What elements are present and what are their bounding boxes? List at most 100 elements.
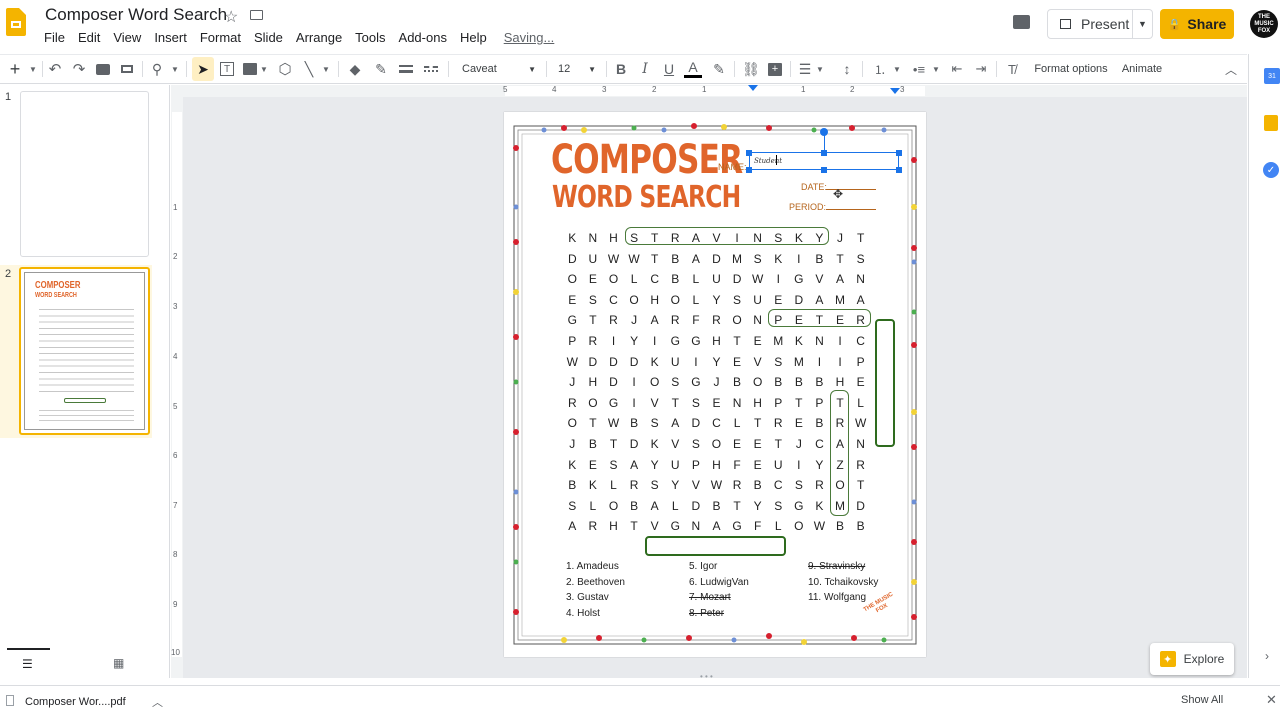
calendar-icon[interactable]: 31	[1264, 68, 1280, 84]
download-filename[interactable]: Composer Wor....pdf	[25, 696, 126, 708]
grid-letter: B	[815, 251, 824, 266]
bold-icon[interactable]: B	[612, 58, 630, 80]
menu-insert[interactable]: Insert	[154, 30, 187, 45]
grid-letter: C	[856, 333, 865, 348]
text-color-icon[interactable]: A	[684, 58, 702, 78]
textbox-icon[interactable]: T	[218, 58, 236, 80]
shape-icon[interactable]: ⬡	[276, 58, 294, 80]
menu-format[interactable]: Format	[200, 30, 241, 45]
font-select[interactable]: Caveat ▼	[456, 58, 540, 80]
new-slide-icon[interactable]: +	[6, 58, 24, 80]
slide-thumbnail-2[interactable]: COMPOSER WORD SEARCH	[19, 267, 150, 435]
menu-arrange[interactable]: Arrange	[296, 30, 342, 45]
saving-status[interactable]: Saving...	[504, 30, 555, 45]
clear-formatting-icon[interactable]: T̸	[1003, 58, 1021, 80]
found-word-stravinsky[interactable]	[625, 227, 829, 245]
menu-slide[interactable]: Slide	[254, 30, 283, 45]
tasks-icon[interactable]: ✓	[1263, 162, 1279, 178]
bulleted-list-dropdown-icon[interactable]: ▼	[931, 58, 941, 80]
line-spacing-icon[interactable]: ↕	[838, 58, 856, 80]
account-avatar[interactable]: THE MUSIC FOX	[1250, 10, 1278, 38]
slide-thumbnail-1[interactable]	[20, 91, 149, 257]
menu-view[interactable]: View	[113, 30, 141, 45]
slide-canvas[interactable]: COMPOSER WORD SEARCH NAME: Student DATE:…	[504, 112, 926, 657]
worksheet-subtitle: WORD SEARCH	[552, 180, 741, 215]
expand-panel-icon[interactable]: ›	[1265, 649, 1269, 663]
filmstrip-view-icon[interactable]: ☰	[22, 657, 33, 671]
slides-logo[interactable]	[6, 8, 26, 36]
highlight-icon[interactable]: ✎	[710, 58, 728, 80]
grid-letter: S	[568, 498, 577, 513]
document-title[interactable]: Composer Word Search	[45, 5, 227, 25]
comments-icon[interactable]	[1013, 15, 1030, 29]
redo-icon[interactable]: ↷	[70, 58, 88, 80]
align-dropdown-icon[interactable]: ▼	[815, 58, 825, 80]
resize-handle[interactable]	[746, 167, 752, 173]
select-icon[interactable]: ➤	[192, 57, 214, 81]
underline-icon[interactable]: U	[660, 58, 678, 80]
menu-help[interactable]: Help	[460, 30, 487, 45]
resize-handle[interactable]	[821, 167, 827, 173]
increase-indent-icon[interactable]: ⇥	[972, 58, 990, 80]
image-icon[interactable]	[242, 58, 258, 80]
ruler-tick: 5	[173, 402, 178, 411]
border-color-icon[interactable]: ✎	[372, 58, 390, 80]
image-dropdown-icon[interactable]: ▼	[259, 58, 269, 80]
resize-handle[interactable]	[746, 150, 752, 156]
font-size-select[interactable]: 12 ▼	[552, 58, 600, 80]
border-dash-icon[interactable]	[422, 58, 440, 80]
font-size-value: 12	[558, 63, 571, 75]
grid-letter: H	[712, 333, 721, 348]
fill-color-icon[interactable]: ◆	[346, 58, 364, 80]
resize-handle[interactable]	[896, 150, 902, 156]
present-dropdown-icon[interactable]: ▼	[1132, 10, 1152, 38]
line-dropdown-icon[interactable]: ▼	[321, 58, 331, 80]
answer-box-horizontal[interactable]	[645, 536, 786, 556]
bulleted-list-icon[interactable]: •≡	[910, 58, 928, 80]
resize-handle[interactable]	[896, 167, 902, 173]
align-icon[interactable]: ☰	[796, 58, 814, 80]
speaker-notes-handle[interactable]: • • •	[700, 672, 713, 681]
keep-icon[interactable]	[1264, 115, 1278, 131]
comment-add-icon[interactable]: +	[766, 58, 784, 80]
indent-marker[interactable]	[748, 85, 758, 91]
collapse-toolbar-icon[interactable]: ︿	[1222, 58, 1240, 80]
show-all-button[interactable]: Show All	[1181, 694, 1223, 706]
decrease-indent-icon[interactable]: ⇤	[948, 58, 966, 80]
numbered-list-icon[interactable]: ⒈	[871, 58, 889, 80]
rotate-handle[interactable]	[820, 128, 828, 136]
found-word-peter[interactable]	[768, 309, 871, 327]
animate-button[interactable]: Animate	[1118, 58, 1166, 80]
menu-file[interactable]: File	[44, 30, 65, 45]
close-download-bar-icon[interactable]: ✕	[1266, 692, 1277, 708]
grid-letter: J	[569, 375, 576, 390]
line-icon[interactable]: ╲	[300, 58, 318, 80]
print-icon[interactable]	[94, 58, 112, 80]
explore-button[interactable]: ✦ Explore	[1150, 643, 1234, 675]
border-weight-icon[interactable]	[397, 58, 415, 80]
paint-format-icon[interactable]	[118, 58, 136, 80]
download-options-icon[interactable]: ︿	[152, 694, 163, 710]
link-icon[interactable]: ⛓	[742, 58, 760, 80]
zoom-dropdown-icon[interactable]: ▼	[170, 58, 180, 80]
zoom-icon[interactable]: ⚲	[148, 58, 166, 80]
grid-letter: R	[609, 313, 618, 328]
move-folder-icon[interactable]	[250, 10, 263, 20]
menu-addons[interactable]: Add-ons	[399, 30, 447, 45]
right-indent-marker[interactable]	[890, 88, 900, 94]
share-button[interactable]: 🔒 Share	[1160, 9, 1234, 39]
new-slide-dropdown-icon[interactable]: ▼	[27, 58, 39, 80]
format-options-button[interactable]: Format options	[1030, 58, 1112, 80]
found-word-mozart[interactable]	[830, 390, 849, 516]
menu-tools[interactable]: Tools	[355, 30, 385, 45]
answer-box-vertical[interactable]	[875, 319, 895, 447]
undo-icon[interactable]: ↶	[46, 58, 64, 80]
grid-view-icon[interactable]: ▦	[113, 656, 124, 670]
numbered-list-dropdown-icon[interactable]: ▼	[892, 58, 902, 80]
italic-icon[interactable]: I	[636, 58, 654, 80]
present-button[interactable]: Present ▼	[1047, 9, 1153, 39]
worksheet-title: COMPOSER	[551, 137, 743, 183]
grid-letter: S	[794, 478, 803, 493]
star-icon[interactable]: ☆	[224, 7, 238, 27]
menu-edit[interactable]: Edit	[78, 30, 100, 45]
